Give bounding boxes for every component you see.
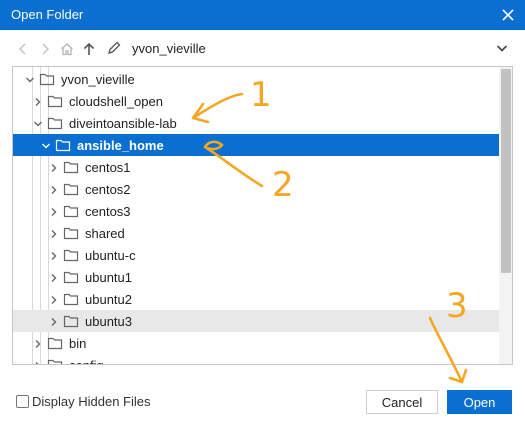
tree-row-label: ansible_home <box>77 138 164 153</box>
tree-row-label: diveintoansible-lab <box>69 116 177 131</box>
tree-row-label: ubuntu2 <box>85 292 132 307</box>
display-hidden-files-checkbox[interactable] <box>16 395 29 408</box>
folder-icon <box>47 336 63 350</box>
tree-row[interactable]: diveintoansible-lab <box>13 112 500 134</box>
open-button[interactable]: Open <box>447 390 512 414</box>
tree-row-label: ubuntu3 <box>85 314 132 329</box>
chevron-right-icon[interactable] <box>49 316 59 326</box>
path-field[interactable]: yvon_vieville <box>104 37 512 61</box>
tree-row[interactable]: centos3 <box>13 200 500 222</box>
tree-row[interactable]: cloudshell_open <box>13 90 500 112</box>
folder-icon <box>63 270 79 284</box>
folder-tree[interactable]: yvon_vieville cloudshell_open diveintoansi… <box>12 66 513 365</box>
folder-icon <box>63 314 79 328</box>
tree-row[interactable]: ubuntu2 <box>13 288 500 310</box>
chevron-right-icon[interactable] <box>49 294 59 304</box>
chevron-right-icon[interactable] <box>33 96 43 106</box>
dialog-titlebar: Open Folder <box>0 0 525 30</box>
tree-row[interactable]: yvon_vieville <box>13 68 500 90</box>
dialog-title: Open Folder <box>11 7 84 22</box>
forward-arrow-icon[interactable] <box>36 40 54 58</box>
tree-row[interactable]: ubuntu3 <box>13 310 500 332</box>
chevron-right-icon[interactable] <box>49 250 59 260</box>
tree-row-label: centos1 <box>85 160 131 175</box>
folder-icon <box>63 160 79 174</box>
chevron-down-icon[interactable] <box>33 118 43 128</box>
display-hidden-files-label: Display Hidden Files <box>32 394 151 409</box>
tree-row[interactable]: centos1 <box>13 156 500 178</box>
tree-row-label: centos2 <box>85 182 131 197</box>
tree-row[interactable]: ubuntu-c <box>13 244 500 266</box>
folder-icon <box>63 248 79 262</box>
tree-row[interactable]: shared <box>13 222 500 244</box>
folder-icon <box>47 94 63 108</box>
folder-icon <box>47 358 63 364</box>
tree-row-label: config <box>69 358 104 364</box>
folder-icon <box>39 72 55 86</box>
chevron-down-icon[interactable] <box>25 74 35 84</box>
folder-icon <box>63 226 79 240</box>
scrollbar-thumb[interactable] <box>501 69 511 273</box>
chevron-down-icon[interactable] <box>496 42 508 57</box>
cancel-button[interactable]: Cancel <box>366 390 438 414</box>
tree-row-label: yvon_vieville <box>61 72 135 87</box>
tree-row[interactable]: centos2 <box>13 178 500 200</box>
tree-row-label: bin <box>69 336 87 351</box>
folder-icon <box>47 116 63 130</box>
chevron-right-icon[interactable] <box>49 228 59 238</box>
navigation-bar: yvon_vieville <box>12 37 512 61</box>
chevron-right-icon[interactable] <box>49 272 59 282</box>
pencil-icon[interactable] <box>106 40 122 59</box>
tree-row[interactable]: ansible_home <box>13 134 500 156</box>
path-text: yvon_vieville <box>132 41 206 56</box>
chevron-right-icon[interactable] <box>49 162 59 172</box>
folder-icon <box>55 138 71 152</box>
tree-row-label: shared <box>85 226 125 241</box>
up-arrow-icon[interactable] <box>80 40 98 58</box>
chevron-right-icon[interactable] <box>33 338 43 348</box>
tree-row-label: cloudshell_open <box>69 94 163 109</box>
chevron-right-icon[interactable] <box>49 206 59 216</box>
tree-row-label: ubuntu1 <box>85 270 132 285</box>
folder-icon <box>63 182 79 196</box>
chevron-right-icon[interactable] <box>33 360 43 364</box>
chevron-right-icon[interactable] <box>49 184 59 194</box>
chevron-down-icon[interactable] <box>41 140 51 150</box>
back-arrow-icon[interactable] <box>14 40 32 58</box>
close-icon[interactable] <box>499 6 517 24</box>
tree-row[interactable]: config <box>13 354 500 364</box>
tree-row-label: ubuntu-c <box>85 248 136 263</box>
home-icon[interactable] <box>58 40 76 58</box>
folder-icon <box>63 204 79 218</box>
tree-row-label: centos3 <box>85 204 131 219</box>
tree-row[interactable]: ubuntu1 <box>13 266 500 288</box>
folder-icon <box>63 292 79 306</box>
tree-row[interactable]: bin <box>13 332 500 354</box>
